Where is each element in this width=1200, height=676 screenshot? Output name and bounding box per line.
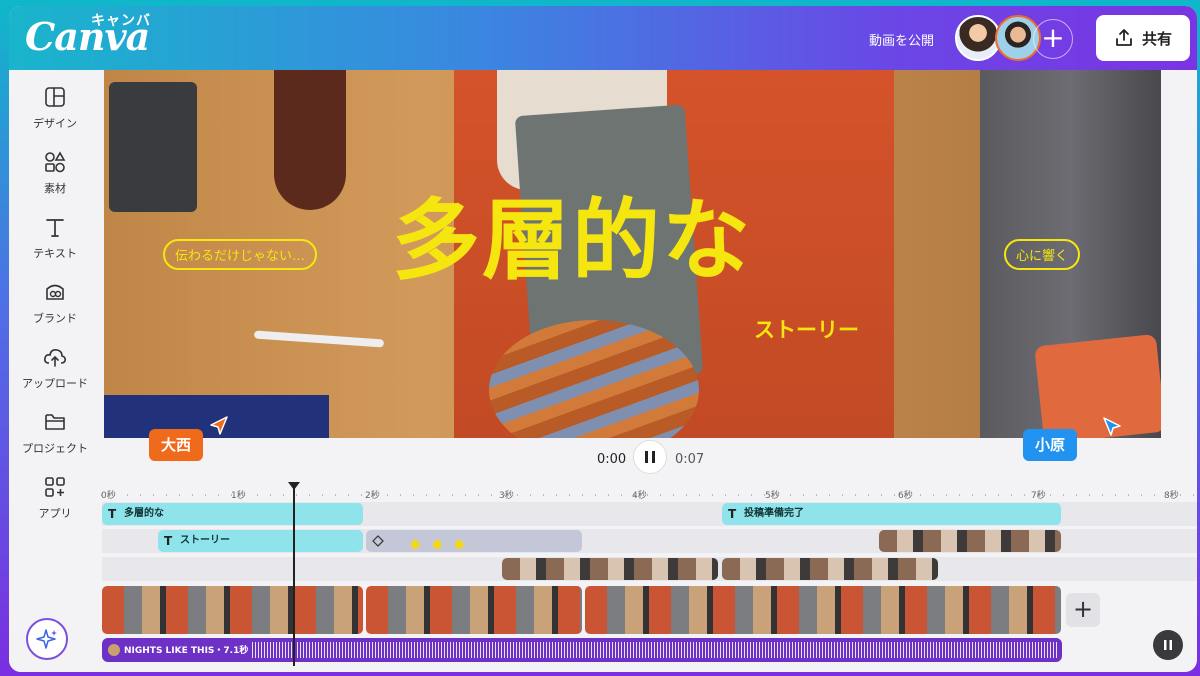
text-clip[interactable]: T 投稿準備完了 bbox=[722, 503, 1061, 525]
ruler-tick: 4秒 bbox=[632, 491, 647, 501]
collaborator-tag-left: 大西 bbox=[149, 429, 204, 461]
current-time: 0:00 bbox=[597, 452, 627, 467]
star-icon: ✸ bbox=[431, 536, 444, 554]
text-track-1: T 多層的な T 投稿準備完了 bbox=[102, 502, 1197, 526]
timeline-pause-button[interactable] bbox=[1153, 630, 1183, 660]
ruler-tick: 0秒 bbox=[101, 491, 116, 501]
text-clip-label: 多層的な bbox=[124, 508, 164, 519]
playhead[interactable] bbox=[293, 484, 295, 666]
sidebar-item-projects[interactable]: プロジェクト bbox=[9, 411, 101, 471]
video-clip[interactable] bbox=[102, 586, 363, 634]
main-video-track bbox=[102, 585, 1197, 635]
effect-clip[interactable] bbox=[366, 530, 582, 552]
star-icon: ✸ bbox=[409, 536, 422, 554]
share-icon bbox=[1116, 29, 1132, 46]
sidebar-item-upload[interactable]: アップロード bbox=[9, 346, 101, 406]
headline-text[interactable]: 多層的な bbox=[392, 170, 752, 297]
sidebar-item-label: プロジェクト bbox=[22, 442, 88, 455]
sidebar-item-label: アプリ bbox=[38, 507, 72, 520]
apps-icon bbox=[45, 477, 65, 497]
audio-waveform bbox=[252, 642, 1058, 658]
shapes-icon bbox=[372, 535, 384, 547]
sidebar-item-label: デザイン bbox=[33, 117, 77, 130]
text-icon: T bbox=[728, 507, 737, 521]
top-bar: Canva キャンバ 動画を公開 + 共有 bbox=[9, 6, 1197, 70]
overlay-video-track bbox=[102, 557, 1197, 581]
ruler-tick: 5秒 bbox=[765, 491, 780, 501]
sparkle-icon bbox=[36, 629, 57, 649]
sidebar-item-label: テキスト bbox=[33, 247, 77, 260]
ruler-tick: 2秒 bbox=[365, 491, 380, 501]
play-pause-button[interactable] bbox=[633, 440, 667, 474]
pause-icon bbox=[1164, 640, 1172, 650]
text-clip[interactable]: T ストーリー bbox=[158, 530, 363, 552]
video-clip[interactable] bbox=[366, 586, 582, 634]
text-icon bbox=[46, 219, 64, 237]
ruler-tick: 8秒 bbox=[1164, 491, 1179, 501]
star-icon: ✸ bbox=[453, 536, 466, 554]
subheadline-text[interactable]: ストーリー bbox=[754, 314, 859, 344]
text-track-2: T ストーリー bbox=[102, 529, 1197, 553]
tablet-image bbox=[109, 82, 197, 212]
total-time: 0:07 bbox=[675, 452, 705, 467]
logo-kana: キャンバ bbox=[91, 13, 151, 29]
text-clip-label: ストーリー bbox=[180, 535, 230, 546]
music-icon bbox=[108, 644, 120, 656]
elements-icon bbox=[45, 151, 66, 173]
sidebar-item-elements[interactable]: 素材 bbox=[9, 151, 101, 211]
sidebar: デザイン 素材 テキスト ブランド アップロード プロジェクト アプリ bbox=[9, 70, 101, 672]
timeline-ruler[interactable]: 0秒 1秒 2秒 3秒 4秒 5秒 6秒 7秒 8秒 bbox=[101, 482, 1197, 504]
pause-icon bbox=[645, 451, 655, 463]
ruler-tick: 7秒 bbox=[1031, 491, 1046, 501]
chair-image bbox=[274, 70, 346, 210]
text-icon: T bbox=[164, 534, 173, 548]
audio-label: NIGHTS LIKE THIS・7.1秒 bbox=[124, 646, 249, 656]
pillow-image bbox=[1034, 333, 1161, 438]
sidebar-item-text[interactable]: テキスト bbox=[9, 216, 101, 276]
sidebar-item-apps[interactable]: アプリ bbox=[9, 476, 101, 536]
magic-assistant-button[interactable] bbox=[26, 618, 68, 660]
ruler-tick: 1秒 bbox=[231, 491, 246, 501]
sidebar-item-label: アップロード bbox=[22, 377, 88, 390]
share-label: 共有 bbox=[1141, 29, 1172, 48]
cursor-icon bbox=[210, 416, 228, 435]
video-clip[interactable] bbox=[502, 558, 718, 580]
video-clip[interactable] bbox=[722, 558, 938, 580]
add-clip-button[interactable]: + bbox=[1066, 593, 1100, 627]
video-clip[interactable] bbox=[585, 586, 1061, 634]
folder-icon bbox=[45, 414, 65, 430]
video-canvas[interactable]: 多層的な ストーリー 伝わるだけじゃない… 心に響く bbox=[104, 70, 1161, 438]
cursor-icon bbox=[1103, 417, 1121, 436]
brand-icon bbox=[46, 284, 64, 300]
text-clip-label: 投稿準備完了 bbox=[744, 508, 804, 519]
canva-editor: Canva キャンバ 動画を公開 + 共有 デザイン 素材 テキスト ブランド bbox=[9, 6, 1197, 672]
layout-icon bbox=[45, 87, 65, 107]
sidebar-item-design[interactable]: デザイン bbox=[9, 86, 101, 146]
upload-icon bbox=[44, 349, 66, 367]
sidebar-item-label: ブランド bbox=[33, 312, 77, 325]
ruler-tick: 6秒 bbox=[898, 491, 913, 501]
collaborator-tag-right: 小原 bbox=[1023, 429, 1078, 461]
playhead-handle[interactable] bbox=[288, 482, 300, 490]
audio-track[interactable]: NIGHTS LIKE THIS・7.1秒 bbox=[102, 638, 1062, 662]
ruler-tick: 3秒 bbox=[499, 491, 514, 501]
right-caption-pill[interactable]: 心に響く bbox=[1004, 239, 1081, 270]
video-clip[interactable] bbox=[879, 530, 1061, 552]
left-caption-pill[interactable]: 伝わるだけじゃない… bbox=[163, 239, 318, 270]
share-button[interactable]: 共有 bbox=[1096, 15, 1190, 61]
text-clip[interactable]: T 多層的な bbox=[102, 503, 363, 525]
add-collaborator-button[interactable]: + bbox=[1033, 19, 1073, 59]
sidebar-item-brand[interactable]: ブランド bbox=[9, 281, 101, 341]
text-icon: T bbox=[108, 507, 117, 521]
sidebar-item-label: 素材 bbox=[44, 182, 66, 195]
publish-video-button[interactable]: 動画を公開 bbox=[869, 30, 934, 49]
